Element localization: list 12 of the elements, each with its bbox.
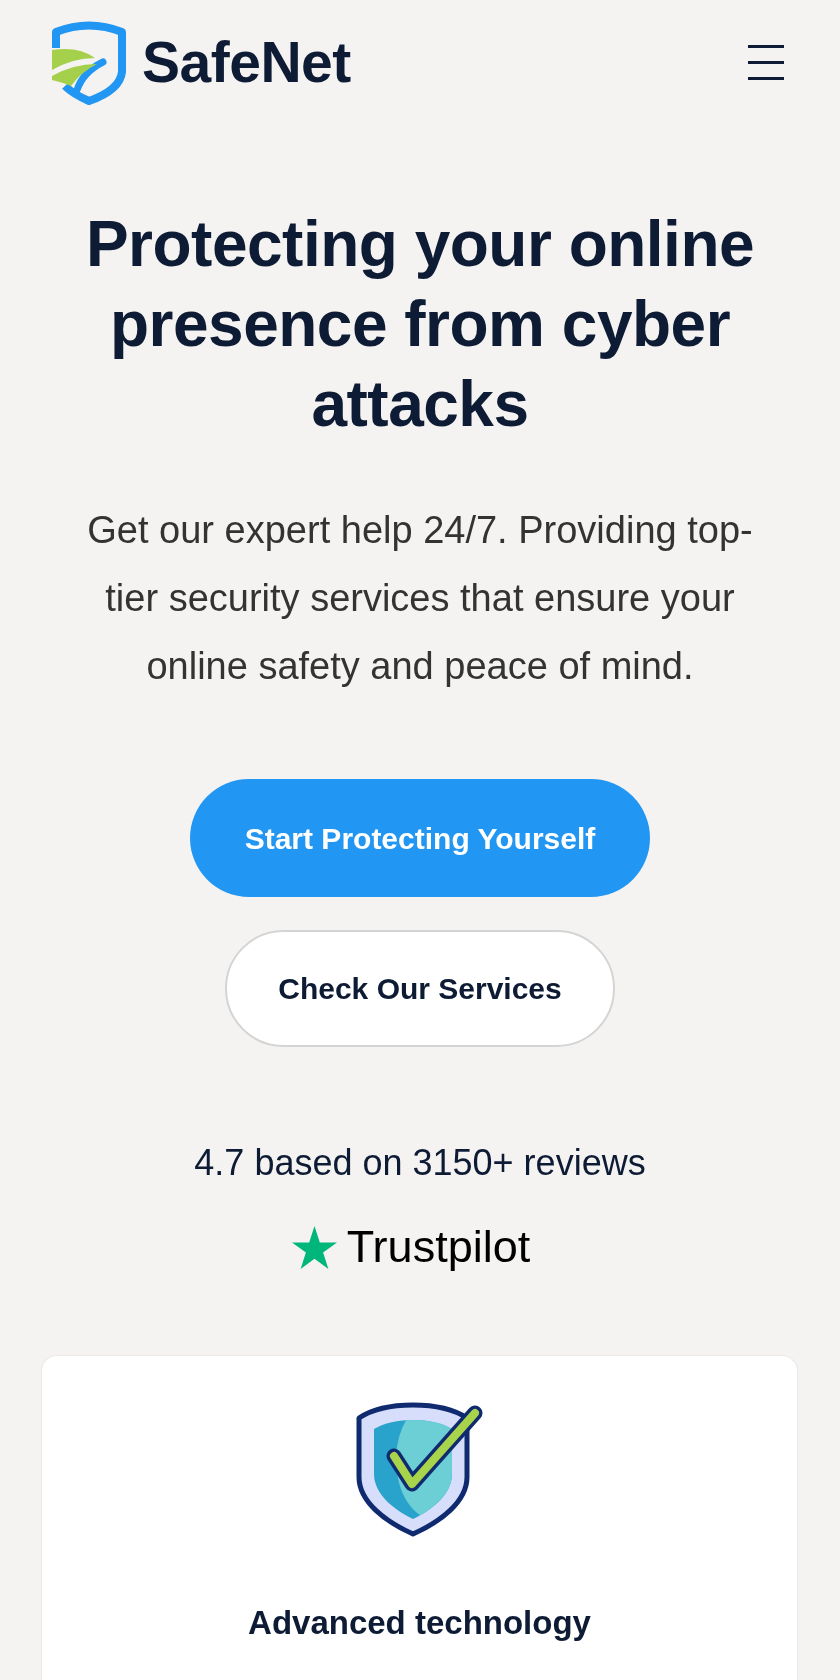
menu-button[interactable] <box>748 45 784 80</box>
hero-description: Get our expert help 24/7. Providing top-tier security services that ensure your online safety and peace of mind. <box>86 508 754 689</box>
star-icon <box>291 1225 337 1269</box>
rating-summary: 4.7 based on 3150+ reviews <box>194 1141 646 1184</box>
secondary-button[interactable]: Check Our Services <box>225 930 615 1047</box>
feature-title: Advanced technology <box>248 1603 591 1643</box>
trustpilot-brand: Trustpilot <box>346 1222 531 1272</box>
logo-icon[interactable] <box>51 20 127 105</box>
shield-check-icon <box>355 1402 484 1538</box>
menu-icon <box>748 45 784 80</box>
hero-heading: Protecting your online presence from cyber attacks <box>84 207 756 442</box>
logo-text[interactable]: SafeNet <box>142 34 351 91</box>
